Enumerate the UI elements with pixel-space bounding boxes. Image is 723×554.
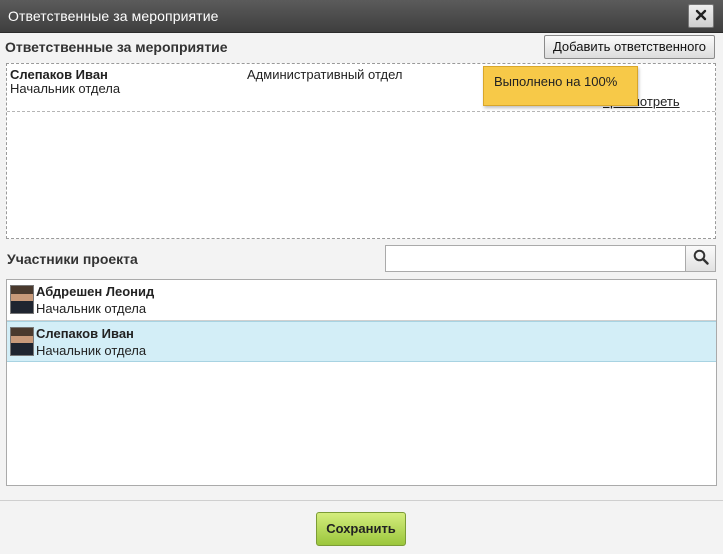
add-responsible-button[interactable]: Добавить ответственного xyxy=(544,35,715,59)
responsible-position: Начальник отдела xyxy=(10,81,121,96)
participant-position: Начальник отдела xyxy=(36,343,147,358)
search-icon xyxy=(693,249,709,268)
participants-list: Абдрешен Леонид Начальник отдела Слепако… xyxy=(6,279,717,486)
footer-divider xyxy=(0,500,723,501)
avatar xyxy=(10,285,34,314)
search-input[interactable] xyxy=(385,245,685,272)
participant-name: Абдрешен Леонид xyxy=(36,284,155,299)
responsible-heading: Ответственные за мероприятие xyxy=(5,39,228,55)
participants-heading: Участники проекта xyxy=(7,251,138,267)
participant-row[interactable]: Абдрешен Леонид Начальник отдела xyxy=(7,280,716,321)
avatar xyxy=(10,327,34,356)
close-button[interactable] xyxy=(688,4,714,28)
dialog: Ответственные за мероприятие Ответственн… xyxy=(0,0,723,554)
participant-row-selected[interactable]: Слепаков Иван Начальник отдела xyxy=(7,321,716,362)
responsible-name: Слепаков Иван xyxy=(10,67,108,82)
participant-name: Слепаков Иван xyxy=(36,326,134,341)
responsible-department: Административный отдел xyxy=(247,67,403,82)
responsible-list: Слепаков Иван Начальник отдела Администр… xyxy=(6,63,716,239)
title-bar: Ответственные за мероприятие xyxy=(0,0,723,33)
close-icon xyxy=(695,9,707,24)
status-note-text: Выполнено на 100% xyxy=(494,74,618,89)
search-button[interactable] xyxy=(685,245,716,272)
status-note: Выполнено на 100% xyxy=(483,66,638,106)
participant-position: Начальник отдела xyxy=(36,301,147,316)
save-button[interactable]: Сохранить xyxy=(316,512,406,546)
window-title: Ответственные за мероприятие xyxy=(8,8,219,24)
row-divider xyxy=(7,111,715,112)
